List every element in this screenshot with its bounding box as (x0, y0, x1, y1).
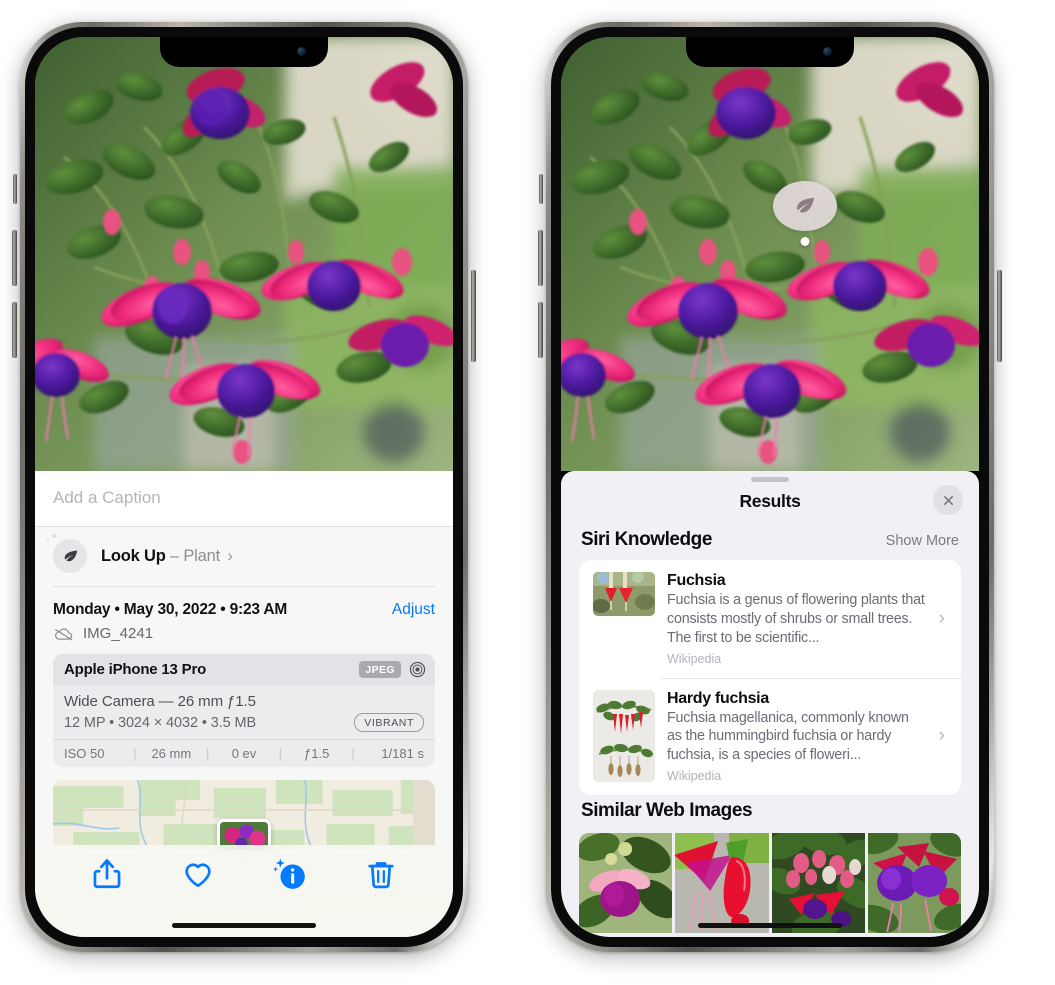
close-icon (943, 495, 953, 505)
badge-anchor-dot (800, 237, 810, 246)
camera-card-body: Wide Camera — 26 mm ƒ1.5 12 MP • 3024 × … (53, 685, 435, 739)
camera-model: Apple iPhone 13 Pro (64, 661, 207, 678)
exif-row: ISO 50 | 26 mm | 0 ev | ƒ1.5 | 1/181 s (53, 739, 435, 767)
filename-row: IMG_4241 (35, 620, 453, 654)
look-up-title: Look Up (101, 546, 166, 565)
iphone-device-right: Results Siri Knowledge Show More Fuchsia… (538, 22, 1002, 952)
similar-web-images-header: Similar Web Images (561, 795, 979, 831)
exif-focal: 26 mm (151, 746, 192, 761)
exif-shutter: 1/181 s (381, 746, 424, 761)
photo-viewer-right[interactable] (561, 37, 979, 471)
share-icon (93, 859, 121, 889)
knowledge-description: Fuchsia magellanica, commonly known as t… (667, 709, 909, 764)
show-more-button[interactable]: Show More (886, 533, 959, 549)
notch-left (160, 37, 328, 67)
exif-iso: ISO 50 (64, 746, 105, 761)
notch-right (686, 37, 854, 67)
section-title: Similar Web Images (581, 800, 753, 822)
capture-date: Monday • May 30, 2022 • 9:23 AM (53, 601, 288, 618)
chevron-right-icon: › (227, 546, 233, 565)
screen-right: Results Siri Knowledge Show More Fuchsia… (561, 37, 979, 937)
knowledge-title: Hardy fuchsia (667, 689, 769, 707)
knowledge-text: Hardy fuchsia Fuchsia magellanica, commo… (667, 690, 925, 784)
web-image-3[interactable] (771, 833, 865, 934)
web-image-4[interactable] (867, 833, 961, 934)
look-up-dash: – (169, 546, 179, 565)
filename-label: IMG_4241 (83, 625, 154, 642)
web-image-2[interactable] (675, 833, 769, 934)
photographic-style-badge: VIBRANT (354, 713, 424, 732)
results-sheet: Results Siri Knowledge Show More Fuchsia… (561, 471, 979, 937)
knowledge-title: Fuchsia (667, 572, 726, 589)
share-button[interactable] (90, 857, 124, 891)
knowledge-source: Wikipedia (667, 769, 722, 784)
siri-knowledge-header: Siri Knowledge Show More (561, 524, 979, 560)
mute-switch[interactable] (539, 174, 543, 204)
exif-ev: 0 ev (231, 746, 257, 761)
caption-input[interactable]: Add a Caption (35, 471, 453, 527)
camera-header-right: JPEG (359, 661, 426, 678)
front-camera-icon (297, 47, 306, 56)
web-image-1[interactable] (579, 833, 673, 934)
device-bezel-left: Add a Caption Look Up – Plant › Monday •… (25, 27, 463, 947)
close-button[interactable] (933, 485, 963, 515)
specs-line: 12 MP • 3024 × 4032 • 3.5 MB (64, 714, 257, 731)
volume-up-button[interactable] (538, 230, 543, 286)
adjust-button[interactable]: Adjust (392, 601, 435, 619)
delete-button[interactable] (364, 857, 398, 891)
results-header: Results (561, 482, 979, 524)
format-badge: JPEG (359, 661, 401, 678)
results-title: Results (739, 491, 801, 511)
photo-viewer-left[interactable] (35, 37, 453, 471)
look-up-row[interactable]: Look Up – Plant › (35, 527, 453, 586)
camera-card-header: Apple iPhone 13 Pro JPEG (53, 654, 435, 685)
trash-icon (368, 862, 394, 889)
mute-switch[interactable] (13, 174, 17, 204)
favorite-button[interactable] (181, 857, 215, 891)
info-sparkle-icon (272, 858, 305, 889)
knowledge-description: Fuchsia is a genus of flowering plants t… (667, 592, 925, 646)
volume-down-button[interactable] (12, 302, 17, 358)
cloud-slash-icon (55, 627, 73, 641)
capture-date-row: Monday • May 30, 2022 • 9:23 AM Adjust (35, 587, 453, 620)
chevron-right-icon: › (938, 725, 945, 747)
heart-icon (185, 863, 211, 888)
screen-left: Add a Caption Look Up – Plant › Monday •… (35, 37, 453, 937)
fuchsia-thumbnail (593, 572, 655, 616)
knowledge-source: Wikipedia (667, 651, 722, 666)
home-indicator[interactable] (172, 923, 316, 928)
section-title: Siri Knowledge (581, 529, 712, 550)
location-map[interactable] (53, 780, 435, 850)
specs-row: 12 MP • 3024 × 4032 • 3.5 MB VIBRANT (64, 713, 424, 732)
volume-up-button[interactable] (12, 230, 17, 286)
web-image-grid (579, 833, 961, 934)
photo-info-sheet: Add a Caption Look Up – Plant › Monday •… (35, 471, 453, 937)
aperture-icon (409, 661, 426, 678)
front-camera-icon (823, 47, 832, 56)
visual-lookup-badge[interactable] (773, 181, 837, 246)
look-up-subject: Plant (183, 546, 220, 565)
power-button[interactable] (471, 270, 476, 362)
camera-info-card[interactable]: Apple iPhone 13 Pro JPEG Wide Camera — 2… (53, 654, 435, 767)
power-button[interactable] (997, 270, 1002, 362)
sparkle-icon (45, 532, 58, 542)
volume-down-button[interactable] (538, 302, 543, 358)
lens-line: Wide Camera — 26 mm ƒ1.5 (64, 693, 256, 710)
knowledge-item[interactable]: Hardy fuchsia Fuchsia magellanica, commo… (579, 677, 961, 796)
leaf-icon (797, 197, 815, 213)
knowledge-card: Fuchsia Fuchsia is a genus of flowering … (579, 560, 961, 796)
look-up-label: Look Up – Plant › (101, 547, 233, 566)
info-button[interactable] (272, 857, 307, 891)
iphone-device-left: Add a Caption Look Up – Plant › Monday •… (12, 22, 476, 952)
hardy-fuchsia-thumbnail (593, 689, 655, 782)
leaf-icon (45, 532, 87, 573)
home-indicator[interactable] (698, 923, 842, 928)
screenshot-root: Add a Caption Look Up – Plant › Monday •… (0, 0, 1055, 985)
knowledge-item[interactable]: Fuchsia Fuchsia is a genus of flowering … (579, 560, 961, 678)
exif-aperture: ƒ1.5 (304, 746, 330, 761)
knowledge-text: Fuchsia Fuchsia is a genus of flowering … (667, 572, 925, 666)
chevron-right-icon: › (938, 607, 945, 629)
device-bezel-right: Results Siri Knowledge Show More Fuchsia… (551, 27, 989, 947)
